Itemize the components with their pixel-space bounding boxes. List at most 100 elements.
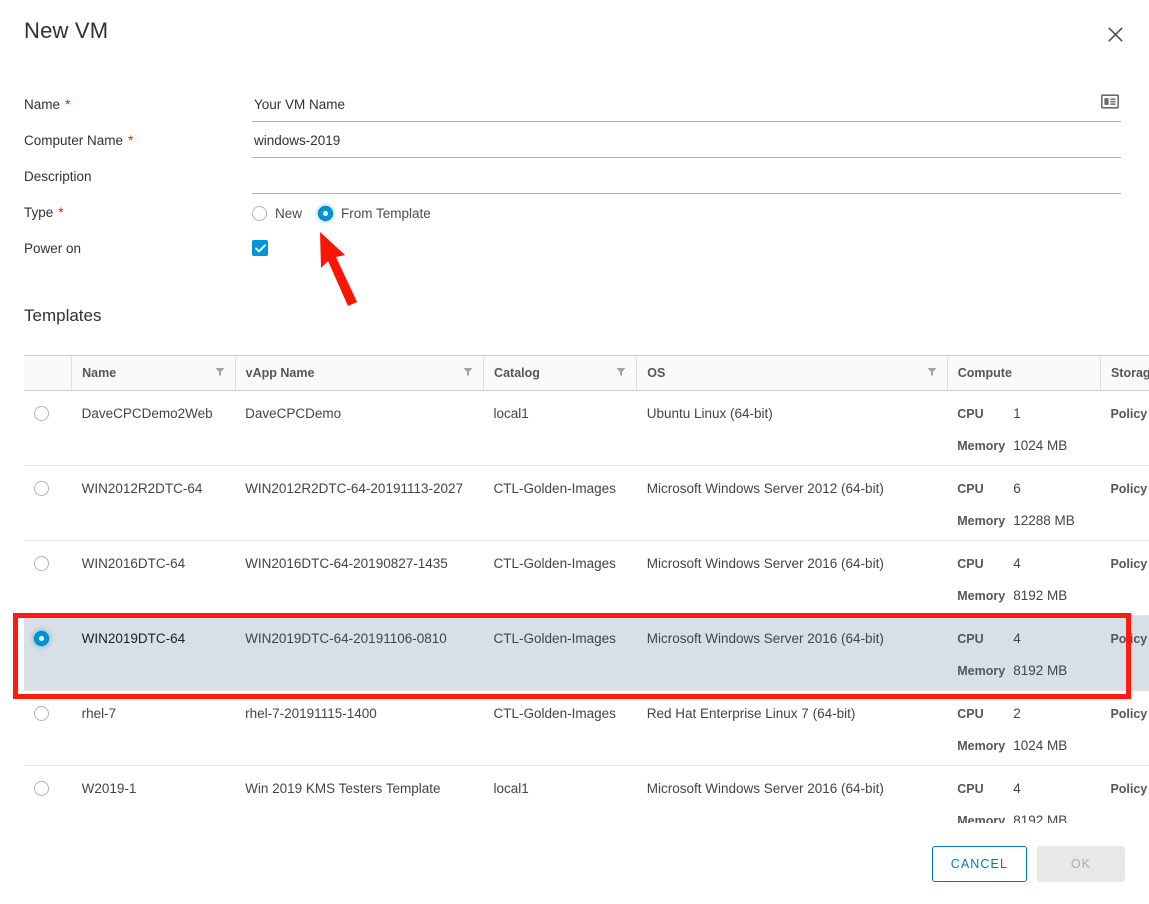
- storage-policy-value: Policy: [1110, 407, 1148, 421]
- templates-section-title: Templates: [24, 306, 102, 325]
- dialog-footer: CANCEL OK: [931, 846, 1125, 882]
- compute-memory-value: 8192 MB: [1013, 663, 1068, 678]
- cell-os: Microsoft Windows Server 2016 (64-bit): [636, 765, 948, 823]
- label-power-on: Power on: [0, 240, 252, 258]
- row-select-cell[interactable]: [24, 465, 72, 541]
- column-header-catalog[interactable]: Catalog: [483, 355, 637, 391]
- row-radio-icon[interactable]: [34, 481, 49, 496]
- column-header-catalog-label: Catalog: [494, 366, 540, 380]
- cell-compute: CPU 4 Memory 8192 MB: [947, 615, 1101, 691]
- contact-card-icon[interactable]: [1101, 94, 1119, 112]
- cell-os: Red Hat Enterprise Linux 7 (64-bit): [636, 690, 948, 766]
- row-select-cell[interactable]: [24, 690, 72, 766]
- compute-cpu-value: 4: [1013, 631, 1021, 646]
- cell-compute: CPU 1 Memory 1024 MB: [947, 390, 1101, 466]
- power-on-checkbox[interactable]: [252, 240, 268, 256]
- compute-cpu-label: CPU: [957, 407, 984, 421]
- row-radio-selected-icon[interactable]: [34, 631, 49, 646]
- form-row-description: Description: [0, 168, 1149, 204]
- cell-vapp: Win 2019 KMS Testers Template: [235, 765, 484, 823]
- table-row[interactable]: rhel-7 rhel-7-20191115-1400 CTL-Golden-I…: [24, 690, 1149, 766]
- ok-button[interactable]: OK: [1037, 846, 1125, 882]
- form-row-type: Type * New From Template: [0, 204, 1149, 240]
- cell-name: WIN2019DTC-64: [71, 615, 236, 691]
- compute-memory-value: 8192 MB: [1013, 588, 1068, 603]
- close-icon[interactable]: [1101, 20, 1129, 48]
- compute-cpu-label: CPU: [957, 707, 984, 721]
- radio-type-from-template[interactable]: From Template: [318, 206, 431, 221]
- filter-icon[interactable]: [927, 366, 937, 380]
- compute-memory-label: Memory: [957, 439, 1006, 453]
- required-asterisk: *: [58, 204, 64, 220]
- table-header-row: Name vApp Name Catalog OS Compute Storag: [24, 355, 1149, 391]
- page-title: New VM: [24, 18, 109, 43]
- radio-type-new[interactable]: New: [252, 206, 302, 221]
- row-select-cell[interactable]: [24, 390, 72, 466]
- cell-name: W2019-1: [71, 765, 236, 823]
- column-header-compute-label: Compute: [957, 366, 1012, 380]
- row-select-cell[interactable]: [24, 765, 72, 823]
- description-input[interactable]: [252, 168, 1121, 194]
- required-asterisk: *: [128, 132, 134, 148]
- cell-name: rhel-7: [71, 690, 236, 766]
- compute-memory-value: 1024 MB: [1013, 738, 1068, 753]
- storage-policy-value: Policy: [1110, 632, 1148, 646]
- column-header-storage: Storage: [1099, 355, 1149, 391]
- column-header-os[interactable]: OS: [636, 355, 948, 391]
- table-row[interactable]: DaveCPCDemo2Web DaveCPCDemo local1 Ubunt…: [24, 390, 1149, 466]
- column-header-os-label: OS: [647, 366, 666, 380]
- column-header-compute: Compute: [946, 355, 1101, 391]
- cell-compute: CPU 4 Memory 8192 MB: [947, 540, 1101, 616]
- label-type: Type *: [0, 204, 252, 222]
- cancel-button[interactable]: CANCEL: [931, 846, 1027, 882]
- templates-table-scroll[interactable]: Name vApp Name Catalog OS Compute Storag…: [24, 355, 1149, 823]
- compute-memory-label: Memory: [957, 739, 1006, 753]
- cell-os: Ubuntu Linux (64-bit): [636, 390, 948, 466]
- templates-table: Name vApp Name Catalog OS Compute Storag…: [24, 355, 1149, 823]
- cell-catalog: local1: [483, 390, 637, 466]
- compute-memory-label: Memory: [957, 589, 1006, 603]
- filter-icon[interactable]: [215, 366, 225, 380]
- column-header-name[interactable]: Name: [71, 355, 236, 391]
- column-header-vapp-name-label: vApp Name: [245, 366, 315, 380]
- cell-compute: CPU 2 Memory 1024 MB: [947, 690, 1101, 766]
- cell-catalog: CTL-Golden-Images: [483, 540, 637, 616]
- filter-icon[interactable]: [463, 366, 473, 380]
- compute-memory-label: Memory: [957, 664, 1006, 678]
- compute-memory-value: 12288 MB: [1013, 513, 1075, 528]
- required-asterisk: *: [65, 96, 71, 112]
- cell-name: WIN2016DTC-64: [71, 540, 236, 616]
- radio-circle-icon: [252, 206, 267, 221]
- column-header-name-label: Name: [82, 366, 117, 380]
- table-row[interactable]: WIN2012R2DTC-64 WIN2012R2DTC-64-20191113…: [24, 465, 1149, 541]
- row-select-cell[interactable]: [24, 540, 72, 616]
- cell-vapp: WIN2012R2DTC-64-20191113-2027: [235, 465, 484, 541]
- cell-compute: CPU 4 Memory 8192 MB: [947, 765, 1101, 823]
- cell-vapp: WIN2016DTC-64-20190827-1435: [235, 540, 484, 616]
- cell-storage: Policy: [1100, 540, 1149, 616]
- compute-cpu-value: 6: [1013, 481, 1021, 496]
- compute-cpu-label: CPU: [957, 632, 984, 646]
- row-radio-icon[interactable]: [34, 556, 49, 571]
- label-name-text: Name: [24, 97, 61, 112]
- computer-name-input[interactable]: [252, 132, 1121, 158]
- row-radio-icon[interactable]: [34, 406, 49, 421]
- table-row-selected[interactable]: WIN2019DTC-64 WIN2019DTC-64-20191106-081…: [24, 615, 1149, 691]
- new-vm-dialog: New VM Name * Your VM Name Computer Name…: [0, 0, 1149, 904]
- name-input[interactable]: [252, 96, 1121, 122]
- table-row[interactable]: WIN2016DTC-64 WIN2016DTC-64-20190827-143…: [24, 540, 1149, 616]
- vm-form: Name * Computer Name *: [0, 94, 1149, 276]
- row-radio-icon[interactable]: [34, 706, 49, 721]
- radio-circle-selected-icon: [318, 206, 334, 221]
- compute-cpu-label: CPU: [957, 782, 984, 796]
- column-header-vapp-name[interactable]: vApp Name: [234, 355, 484, 391]
- filter-icon[interactable]: [616, 366, 626, 380]
- row-select-cell[interactable]: [24, 615, 72, 691]
- compute-cpu-label: CPU: [957, 557, 984, 571]
- cell-os: Microsoft Windows Server 2016 (64-bit): [636, 540, 948, 616]
- label-computer-name: Computer Name *: [0, 132, 252, 150]
- cell-storage: Policy: [1100, 690, 1149, 766]
- table-row[interactable]: W2019-1 Win 2019 KMS Testers Template lo…: [24, 765, 1149, 823]
- compute-cpu-label: CPU: [957, 482, 984, 496]
- row-radio-icon[interactable]: [34, 781, 49, 796]
